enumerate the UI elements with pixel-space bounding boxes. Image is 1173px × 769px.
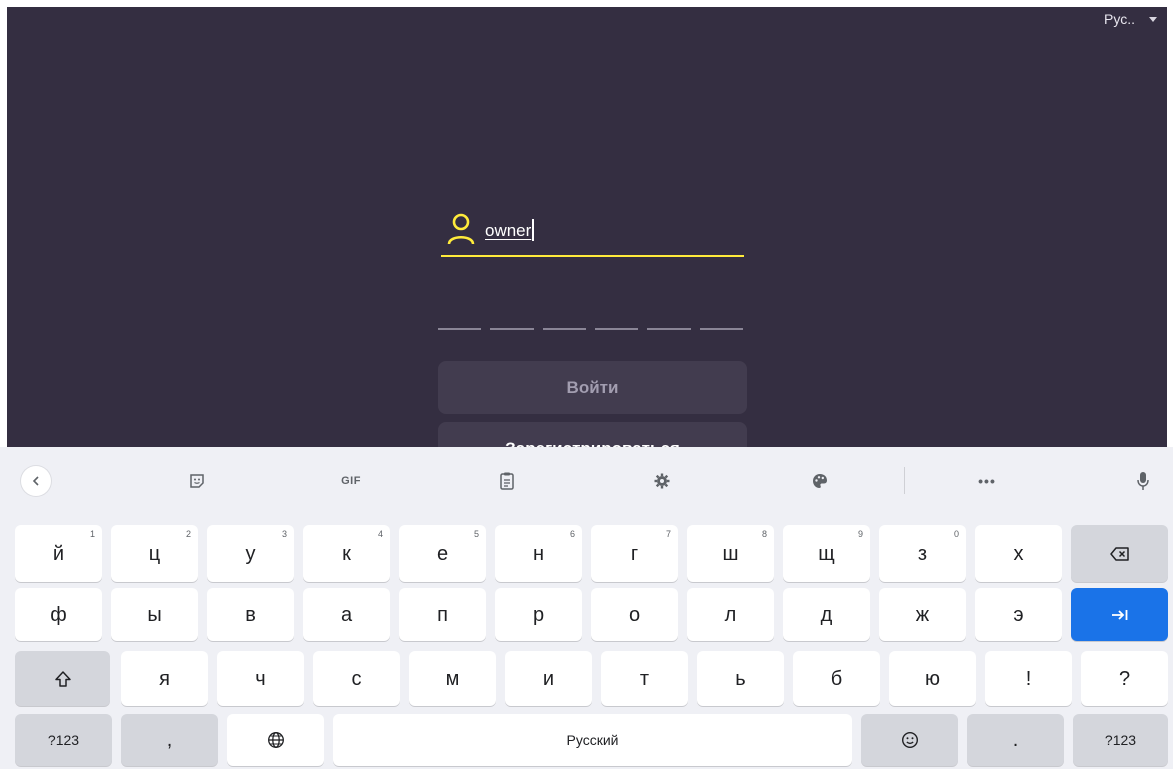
microphone-icon[interactable] [1126, 464, 1160, 498]
key-к[interactable]: к4 [303, 525, 390, 582]
key-щ[interactable]: щ9 [783, 525, 870, 582]
key-р[interactable]: р [495, 588, 582, 641]
more-icon[interactable]: ••• [970, 464, 1004, 498]
backspace-key[interactable] [1071, 525, 1168, 582]
language-selector[interactable]: Рус.. [1104, 11, 1161, 27]
on-screen-keyboard: GIF ••• й1 ц2 у3 к4 е5 н6 г7 ш 8 щ 9 з 0… [0, 447, 1173, 769]
key-ь[interactable]: ь [697, 651, 784, 706]
emoji-icon [901, 731, 918, 749]
key-ф[interactable]: ф [15, 588, 102, 641]
emoji-key[interactable] [861, 714, 958, 766]
key-ж[interactable]: ж [879, 588, 966, 641]
key-ц[interactable]: ц2 [111, 525, 198, 582]
key-и[interactable]: и [505, 651, 592, 706]
period-key[interactable]: . [967, 714, 1064, 766]
key-з[interactable]: з0 [879, 525, 966, 582]
pin-slot[interactable] [490, 328, 534, 330]
key-е[interactable]: е5 [399, 525, 486, 582]
keyboard-toolbar: GIF ••• [0, 447, 1173, 515]
login-input-value: owner [485, 221, 532, 240]
key-у[interactable]: у3 [207, 525, 294, 582]
pin-slot[interactable] [594, 328, 639, 330]
key-й[interactable]: й1 [15, 525, 102, 582]
login-button-label: Войти [566, 377, 619, 397]
register-button[interactable]: Зарегистрироваться [438, 422, 747, 447]
key-в[interactable]: в [207, 588, 294, 641]
key-о[interactable]: о [591, 588, 678, 641]
key-э[interactable]: э [975, 588, 1062, 641]
key-я[interactable]: я [121, 651, 208, 706]
login-screen: Рус.. owner Войти Зарегистрироваться [7, 7, 1167, 447]
screen: Рус.. owner Войти Зарегистрироваться [0, 0, 1173, 769]
login-field-underline [441, 255, 744, 257]
login-field[interactable]: owner [441, 205, 744, 259]
shift-icon [54, 670, 71, 687]
palette-icon[interactable] [803, 464, 837, 498]
backspace-icon [1109, 546, 1129, 561]
gif-icon[interactable]: GIF [334, 464, 368, 498]
dropdown-caret-icon [1149, 16, 1157, 22]
pin-slot[interactable] [647, 328, 691, 330]
key-г[interactable]: г7 [591, 525, 678, 582]
key-question[interactable]: ? [1081, 651, 1168, 706]
pin-slot[interactable] [699, 328, 743, 330]
key-с[interactable]: с [313, 651, 400, 706]
login-input[interactable]: owner [485, 219, 534, 241]
tab-arrow-icon [1111, 609, 1127, 620]
key-ы[interactable]: ы [111, 588, 198, 641]
symbols-key-right[interactable]: ?123 [1073, 714, 1168, 766]
sticker-icon[interactable] [180, 464, 214, 498]
text-cursor [532, 219, 534, 241]
comma-key[interactable]: , [121, 714, 218, 766]
pin-slot[interactable] [438, 328, 482, 330]
key-н[interactable]: н6 [495, 525, 582, 582]
symbols-key[interactable]: ?123 [15, 714, 112, 766]
key-ч[interactable]: ч [217, 651, 304, 706]
key-л[interactable]: л [687, 588, 774, 641]
language-selector-label: Рус.. [1104, 11, 1135, 27]
login-button[interactable]: Войти [438, 361, 747, 414]
toolbar-divider [904, 467, 905, 494]
key-а[interactable]: а [303, 588, 390, 641]
language-switch-key[interactable] [227, 714, 324, 766]
key-ю[interactable]: ю [889, 651, 976, 706]
pin-slot[interactable] [542, 328, 586, 330]
key-м[interactable]: м [409, 651, 496, 706]
key-ш[interactable]: ш8 [687, 525, 774, 582]
next-key[interactable] [1071, 588, 1168, 641]
key-б[interactable]: б [793, 651, 880, 706]
user-icon [447, 213, 475, 245]
key-exclamation[interactable]: ! [985, 651, 1072, 706]
key-х[interactable]: х [975, 525, 1062, 582]
globe-icon [267, 732, 284, 748]
clipboard-icon[interactable] [490, 464, 524, 498]
key-п[interactable]: п [399, 588, 486, 641]
shift-key[interactable] [15, 651, 110, 706]
key-д[interactable]: д [783, 588, 870, 641]
back-icon[interactable] [21, 466, 51, 496]
space-key[interactable]: Русский [333, 714, 852, 766]
pin-input[interactable] [438, 328, 743, 332]
settings-icon[interactable] [645, 464, 679, 498]
key-т[interactable]: т [601, 651, 688, 706]
register-button-label: Зарегистрироваться [505, 439, 680, 447]
